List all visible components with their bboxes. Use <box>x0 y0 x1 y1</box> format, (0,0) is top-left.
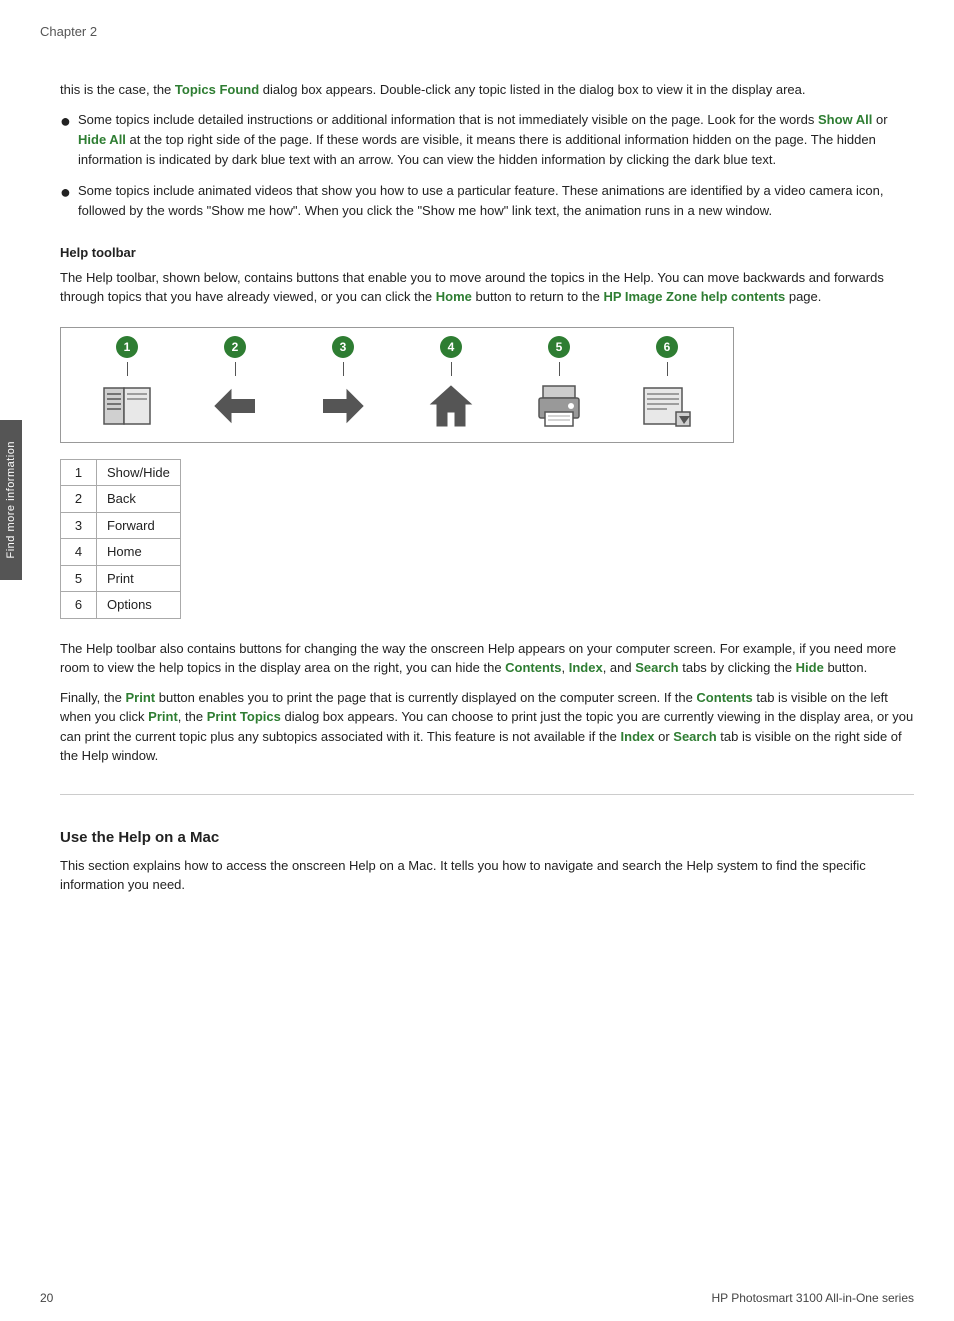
toolbar-diagram: 1 2 3 <box>60 327 734 443</box>
show-hide-icon <box>73 378 181 434</box>
table-row: 4 Home <box>61 539 181 566</box>
connector-2: 2 <box>224 336 246 376</box>
ref-label-3: Forward <box>97 512 181 539</box>
connector-4: 4 <box>440 336 462 376</box>
show-all-link[interactable]: Show All <box>818 112 872 127</box>
badge-5: 5 <box>548 336 570 358</box>
badge-4: 4 <box>440 336 462 358</box>
badge-1: 1 <box>116 336 138 358</box>
badge-cell-3: 3 <box>289 336 397 376</box>
ref-num-4: 4 <box>61 539 97 566</box>
badge-cell-5: 5 <box>505 336 613 376</box>
bullet-icon-2: ● <box>60 183 78 201</box>
ref-label-2: Back <box>97 486 181 513</box>
bullet-icon-1: ● <box>60 112 78 130</box>
bullet-item-2: ● Some topics include animated videos th… <box>60 181 914 221</box>
badge-2: 2 <box>224 336 246 358</box>
chapter-label: Chapter 2 <box>40 24 97 39</box>
ref-num-1: 1 <box>61 459 97 486</box>
print-link-2[interactable]: Print <box>148 709 178 724</box>
use-help-mac-p: This section explains how to access the … <box>60 856 914 895</box>
table-row: 5 Print <box>61 565 181 592</box>
topics-found-link[interactable]: Topics Found <box>175 82 259 97</box>
ref-label-5: Print <box>97 565 181 592</box>
badge-6: 6 <box>656 336 678 358</box>
side-tab-label: Find more information <box>5 441 17 559</box>
help-toolbar-p3: Finally, the Print button enables you to… <box>60 688 914 766</box>
hide-link[interactable]: Hide <box>796 660 824 675</box>
index-link-2[interactable]: Index <box>621 729 655 744</box>
help-toolbar-p1: The Help toolbar, shown below, contains … <box>60 268 914 307</box>
bullet-list: ● Some topics include detailed instructi… <box>60 110 914 221</box>
connector-5: 5 <box>548 336 570 376</box>
hide-all-link[interactable]: Hide All <box>78 132 126 147</box>
search-link[interactable]: Search <box>635 660 678 675</box>
badge-cell-6: 6 <box>613 336 721 376</box>
badge-cell-4: 4 <box>397 336 505 376</box>
ref-label-4: Home <box>97 539 181 566</box>
badge-cell-1: 1 <box>73 336 181 376</box>
bullet-text-1: Some topics include detailed instruction… <box>78 110 914 170</box>
mac-section-divider: Use the Help on a Mac This section expla… <box>60 794 914 895</box>
options-icon <box>613 378 721 434</box>
print-icon <box>505 378 613 434</box>
table-row: 3 Forward <box>61 512 181 539</box>
back-icon <box>181 378 289 434</box>
connector-1: 1 <box>116 336 138 376</box>
footer-bar: 20 HP Photosmart 3100 All-in-One series <box>40 1291 914 1305</box>
table-row: 2 Back <box>61 486 181 513</box>
bullet-item-1: ● Some topics include detailed instructi… <box>60 110 914 170</box>
connector-3: 3 <box>332 336 354 376</box>
ref-num-6: 6 <box>61 592 97 619</box>
ref-num-5: 5 <box>61 565 97 592</box>
intro-paragraph: this is the case, the Topics Found dialo… <box>60 80 914 100</box>
help-toolbar-p2: The Help toolbar also contains buttons f… <box>60 639 914 678</box>
index-link[interactable]: Index <box>569 660 603 675</box>
icons-row <box>73 378 721 434</box>
print-link[interactable]: Print <box>126 690 156 705</box>
table-row: 1 Show/Hide <box>61 459 181 486</box>
connector-6: 6 <box>656 336 678 376</box>
badge-cell-2: 2 <box>181 336 289 376</box>
bullet-text-2: Some topics include animated videos that… <box>78 181 914 221</box>
footer-product: HP Photosmart 3100 All-in-One series <box>711 1291 914 1305</box>
main-content: this is the case, the Topics Found dialo… <box>60 80 914 895</box>
side-tab: Find more information <box>0 420 22 580</box>
footer-page: 20 <box>40 1291 53 1305</box>
intro-block: this is the case, the Topics Found dialo… <box>60 80 914 100</box>
home-link[interactable]: Home <box>436 289 472 304</box>
help-toolbar-heading: Help toolbar <box>60 245 914 260</box>
contents-link[interactable]: Contents <box>505 660 561 675</box>
hp-image-zone-link[interactable]: HP Image Zone help contents <box>603 289 785 304</box>
contents-link-2[interactable]: Contents <box>696 690 752 705</box>
ref-label-6: Options <box>97 592 181 619</box>
use-help-mac-heading: Use the Help on a Mac <box>60 829 914 846</box>
search-link-2[interactable]: Search <box>673 729 716 744</box>
table-row: 6 Options <box>61 592 181 619</box>
forward-icon <box>289 378 397 434</box>
toolbar-wrapper: 1 2 3 <box>60 327 914 443</box>
ref-table: 1 Show/Hide 2 Back 3 Forward 4 Home 5 <box>60 459 181 619</box>
ref-num-2: 2 <box>61 486 97 513</box>
ref-num-3: 3 <box>61 512 97 539</box>
page-container: Find more information Chapter 2 this is … <box>0 0 954 1321</box>
badge-row: 1 2 3 <box>73 336 721 376</box>
print-topics-link[interactable]: Print Topics <box>207 709 281 724</box>
badge-3: 3 <box>332 336 354 358</box>
home-icon <box>397 378 505 434</box>
ref-label-1: Show/Hide <box>97 459 181 486</box>
